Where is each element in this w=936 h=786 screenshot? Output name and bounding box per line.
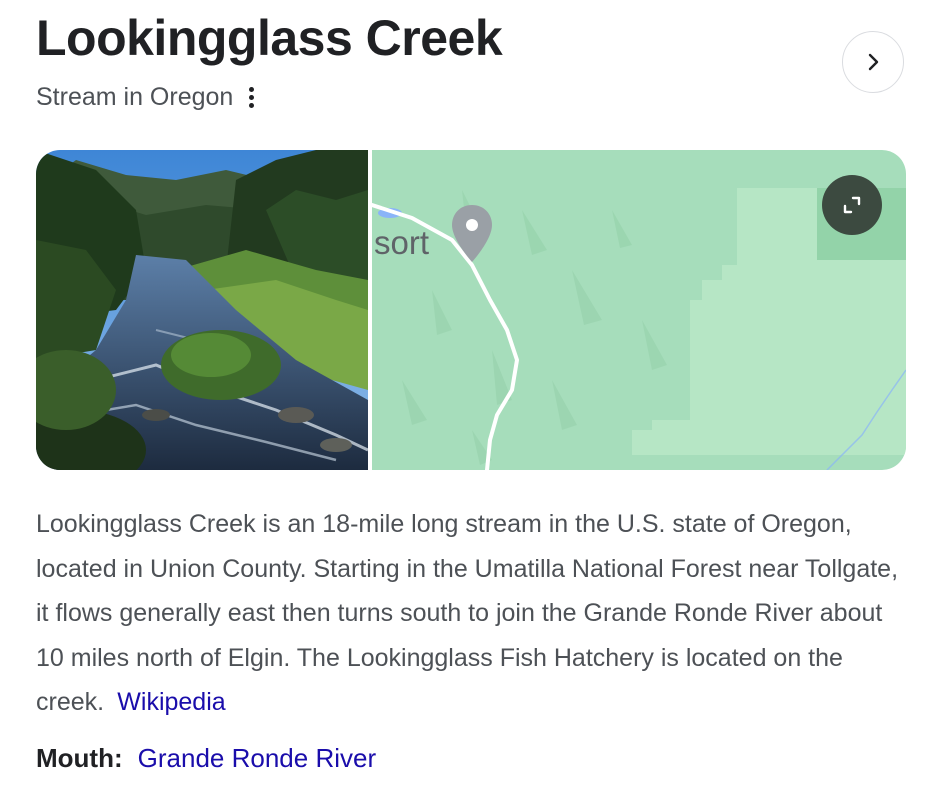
- description-text: Lookingglass Creek is an 18-mile long st…: [36, 510, 899, 716]
- river-photo-image: [36, 150, 369, 470]
- more-dot: [248, 94, 254, 100]
- fact-row-mouth: Mouth: Grande Ronde River: [36, 738, 376, 778]
- chevron-right-icon: [868, 53, 879, 71]
- wikipedia-link[interactable]: Wikipedia: [117, 688, 225, 716]
- entity-description: Lookingglass Creek is an 18-mile long st…: [36, 502, 916, 725]
- expand-icon: [843, 196, 861, 214]
- next-button[interactable]: [842, 31, 904, 93]
- more-vert-icon[interactable]: [243, 83, 259, 111]
- entity-subtitle: Stream in Oregon: [36, 83, 234, 111]
- expand-map-button[interactable]: [822, 175, 882, 235]
- entity-title: Lookingglass Creek: [36, 10, 503, 66]
- fact-value-link[interactable]: Grande Ronde River: [138, 743, 376, 773]
- river-photo[interactable]: [36, 150, 369, 470]
- more-dot: [248, 102, 254, 108]
- subtitle-row: Stream in Oregon: [36, 80, 259, 114]
- map-place-label: sort: [374, 224, 430, 261]
- media-strip: sort: [36, 150, 906, 470]
- fact-label: Mouth:: [36, 743, 123, 773]
- more-dot: [248, 86, 254, 92]
